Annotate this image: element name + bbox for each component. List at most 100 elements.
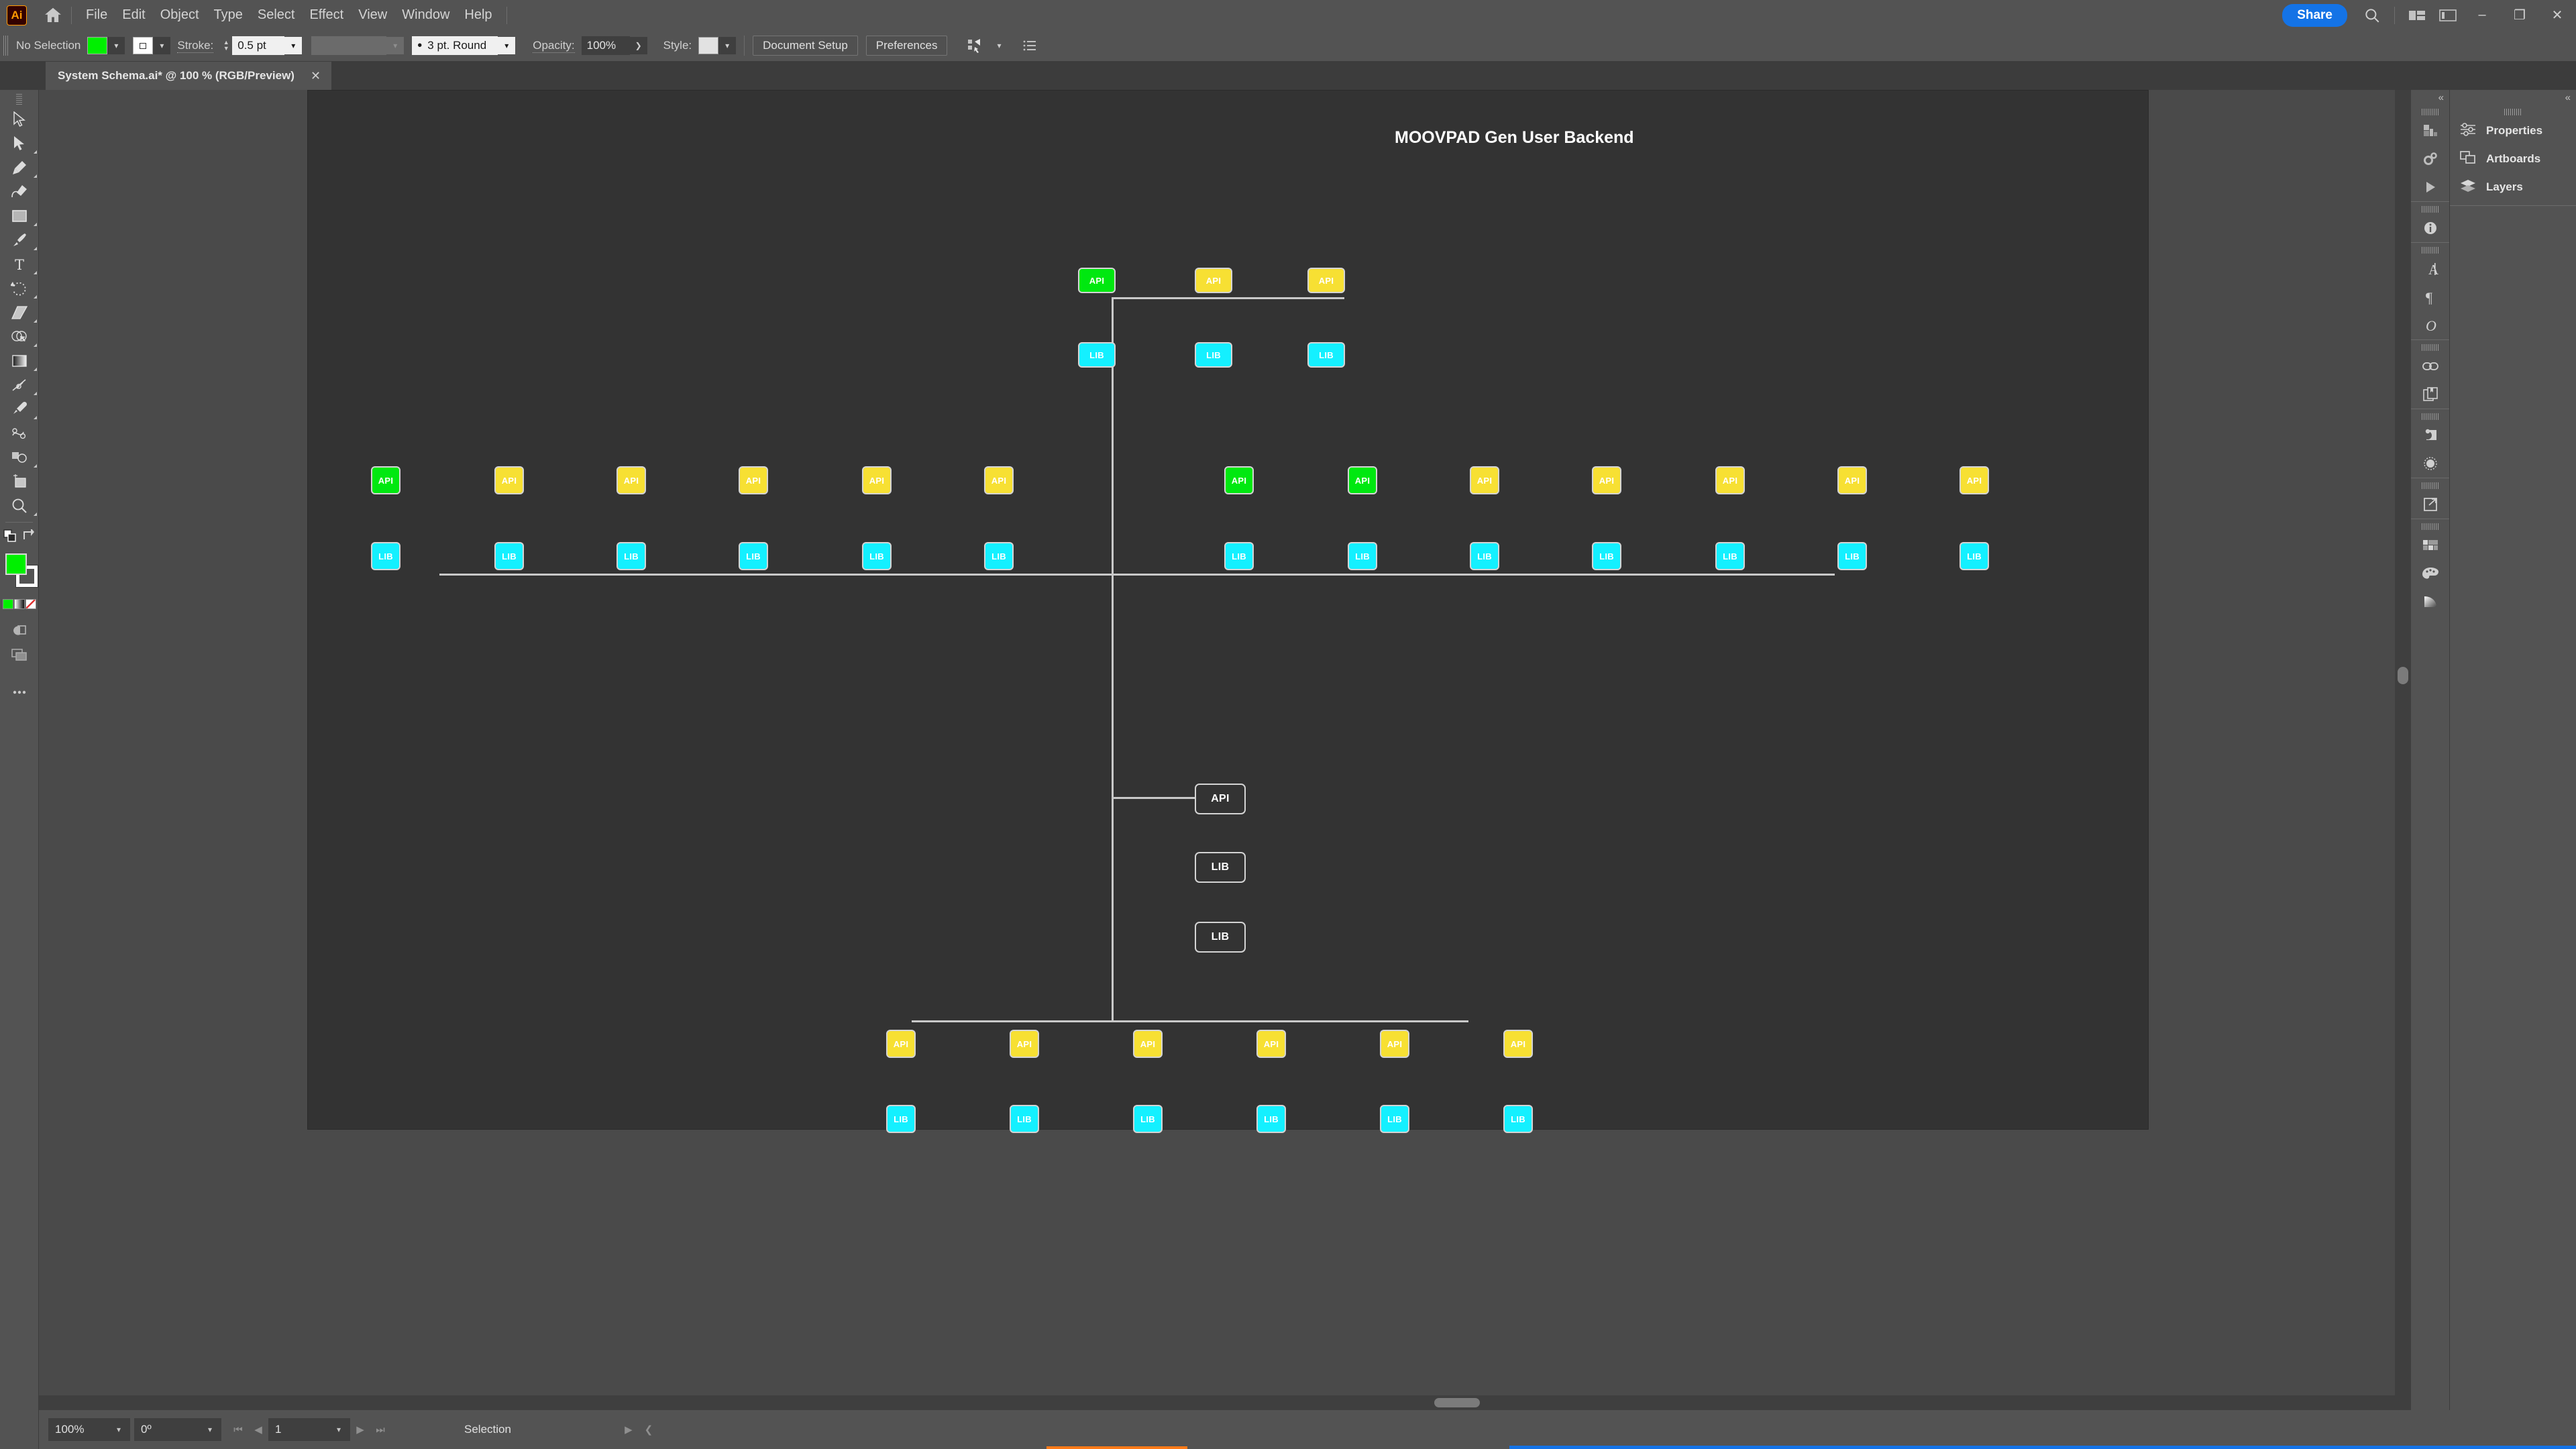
graphic-style-dropdown[interactable]: ▾ bbox=[718, 37, 737, 54]
panel-item-layers[interactable]: Layers bbox=[2450, 173, 2576, 201]
eraser-tool[interactable] bbox=[0, 301, 39, 325]
node-bottom-lib-41[interactable]: LIB bbox=[886, 1105, 916, 1133]
document-tab[interactable]: System Schema.ai* @ 100 % (RGB/Preview) … bbox=[46, 62, 333, 90]
dock-collapse-icon[interactable]: « bbox=[2411, 90, 2449, 105]
gradient-swatch[interactable] bbox=[13, 599, 25, 609]
node-left-api-9[interactable]: API bbox=[739, 466, 768, 494]
artboard-prev-button[interactable]: ◀ bbox=[248, 1418, 268, 1441]
node-bottom-api-35[interactable]: API bbox=[886, 1030, 916, 1058]
rotation-field[interactable]: 0º bbox=[134, 1418, 199, 1441]
node-bottom-lib-44[interactable]: LIB bbox=[1256, 1105, 1286, 1133]
home-icon[interactable] bbox=[42, 5, 64, 25]
node-right-api-21[interactable]: API bbox=[1592, 466, 1621, 494]
swap-fill-stroke-icon[interactable] bbox=[22, 527, 36, 546]
node-top-api-0[interactable]: API bbox=[1078, 268, 1116, 293]
paragraph-icon[interactable]: ¶ bbox=[2411, 283, 2450, 311]
gradient-icon[interactable] bbox=[2411, 588, 2450, 616]
horizontal-scrollbar-thumb[interactable] bbox=[1434, 1398, 1480, 1407]
rotation-dropdown[interactable]: ▾ bbox=[199, 1418, 221, 1441]
node-right-api-23[interactable]: API bbox=[1837, 466, 1867, 494]
status-resize-grip[interactable]: ❮ bbox=[639, 1418, 659, 1441]
stroke-weight-dropdown[interactable]: ▾ bbox=[284, 37, 303, 54]
vertical-scrollbar-thumb[interactable] bbox=[2398, 667, 2408, 684]
close-icon[interactable]: ✕ bbox=[294, 69, 331, 83]
main-vertical-spine[interactable] bbox=[1112, 297, 1114, 1022]
width-tool[interactable] bbox=[0, 373, 39, 397]
canvas-area[interactable]: API API API LIB LIB LIB API API API API API API LIB L… bbox=[39, 90, 2411, 1410]
chart-icon[interactable] bbox=[2411, 117, 2450, 145]
zoom-tool[interactable] bbox=[0, 494, 39, 518]
menu-select[interactable]: Select bbox=[250, 5, 303, 25]
color-swatch[interactable] bbox=[2, 599, 13, 609]
node-bottom-lib-42[interactable]: LIB bbox=[1010, 1105, 1039, 1133]
drawing-mode-icon[interactable] bbox=[0, 619, 39, 643]
node-top-lib-3[interactable]: LIB bbox=[1078, 342, 1116, 368]
menu-object[interactable]: Object bbox=[153, 5, 207, 25]
vertical-scrollbar[interactable] bbox=[2395, 90, 2411, 1410]
menu-effect[interactable]: Effect bbox=[302, 5, 351, 25]
gradient-tool[interactable] bbox=[0, 349, 39, 373]
search-icon[interactable] bbox=[2357, 0, 2387, 30]
node-right-lib-26[interactable]: LIB bbox=[1348, 542, 1377, 570]
node-left-api-6[interactable]: API bbox=[371, 466, 400, 494]
document-info-icon[interactable] bbox=[2411, 380, 2450, 409]
graphic-style-swatch[interactable] bbox=[698, 37, 719, 54]
gears-icon[interactable] bbox=[2411, 145, 2450, 173]
blend-tool[interactable] bbox=[0, 421, 39, 445]
transparency-icon[interactable] bbox=[2411, 449, 2450, 478]
symbol-sprayer-tool[interactable] bbox=[0, 445, 39, 470]
zoom-level-field[interactable]: 100% bbox=[48, 1418, 107, 1441]
swatches-icon[interactable] bbox=[2411, 531, 2450, 559]
export-icon[interactable] bbox=[2411, 490, 2450, 519]
node-left-api-7[interactable]: API bbox=[494, 466, 524, 494]
artboard-number-field[interactable]: 1 bbox=[268, 1418, 327, 1441]
zoom-level-dropdown[interactable]: ▾ bbox=[107, 1418, 130, 1441]
glyphs-icon[interactable]: O bbox=[2411, 311, 2450, 339]
brush-definition-field[interactable]: • 3 pt. Round bbox=[412, 36, 498, 55]
menu-view[interactable]: View bbox=[351, 5, 394, 25]
shape-builder-tool[interactable] bbox=[0, 325, 39, 349]
direct-selection-tool[interactable] bbox=[0, 131, 39, 156]
window-close-button[interactable]: ✕ bbox=[2538, 0, 2576, 30]
node-bottom-api-38[interactable]: API bbox=[1256, 1030, 1286, 1058]
top-branch-horizontal[interactable] bbox=[1113, 297, 1344, 299]
fill-swatch[interactable] bbox=[5, 553, 27, 575]
window-minimize-button[interactable]: – bbox=[2463, 0, 2501, 30]
color-guide-icon[interactable] bbox=[2411, 559, 2450, 588]
panel-item-properties[interactable]: Properties bbox=[2450, 117, 2576, 145]
artboard[interactable]: API API API LIB LIB LIB API API API API API API LIB L… bbox=[307, 90, 2149, 1133]
node-bottom-api-40[interactable]: API bbox=[1503, 1030, 1533, 1058]
arrange-documents-icon[interactable] bbox=[2402, 0, 2432, 30]
node-left-lib-14[interactable]: LIB bbox=[616, 542, 646, 570]
node-left-lib-16[interactable]: LIB bbox=[862, 542, 892, 570]
node-center-lib-33[interactable]: LIB bbox=[1195, 852, 1246, 883]
node-bottom-lib-46[interactable]: LIB bbox=[1503, 1105, 1533, 1133]
node-right-api-18[interactable]: API bbox=[1224, 466, 1254, 494]
node-top-lib-4[interactable]: LIB bbox=[1195, 342, 1232, 368]
menu-type[interactable]: Type bbox=[207, 5, 250, 25]
opacity-field[interactable]: 100% bbox=[581, 36, 630, 55]
edit-toolbar-icon[interactable] bbox=[0, 680, 39, 704]
center-connector[interactable] bbox=[1112, 797, 1196, 799]
menu-window[interactable]: Window bbox=[394, 5, 457, 25]
node-left-api-10[interactable]: API bbox=[862, 466, 892, 494]
document-setup-button[interactable]: Document Setup bbox=[753, 36, 858, 56]
paintbrush-tool[interactable] bbox=[0, 228, 39, 252]
more-options-icon[interactable] bbox=[1014, 31, 1045, 61]
type-tool[interactable]: T bbox=[0, 252, 39, 276]
rectangle-tool[interactable] bbox=[0, 204, 39, 228]
align-selection-icon[interactable] bbox=[959, 31, 990, 61]
links-icon[interactable] bbox=[2411, 352, 2450, 380]
node-right-lib-28[interactable]: LIB bbox=[1592, 542, 1621, 570]
workspace-switcher-icon[interactable] bbox=[2432, 0, 2463, 30]
default-fill-stroke-icon[interactable] bbox=[3, 529, 17, 547]
artboard-last-button[interactable]: ⏭ bbox=[370, 1418, 390, 1441]
fill-stroke-swatches[interactable] bbox=[0, 552, 39, 596]
control-bar-grip[interactable] bbox=[3, 36, 9, 56]
artboard-next-button[interactable]: ▶ bbox=[350, 1418, 370, 1441]
none-swatch[interactable] bbox=[25, 599, 36, 609]
mid-branch-horizontal[interactable] bbox=[439, 574, 1835, 576]
node-bottom-api-36[interactable]: API bbox=[1010, 1030, 1039, 1058]
node-right-api-19[interactable]: API bbox=[1348, 466, 1377, 494]
screen-mode-icon[interactable] bbox=[0, 643, 39, 667]
